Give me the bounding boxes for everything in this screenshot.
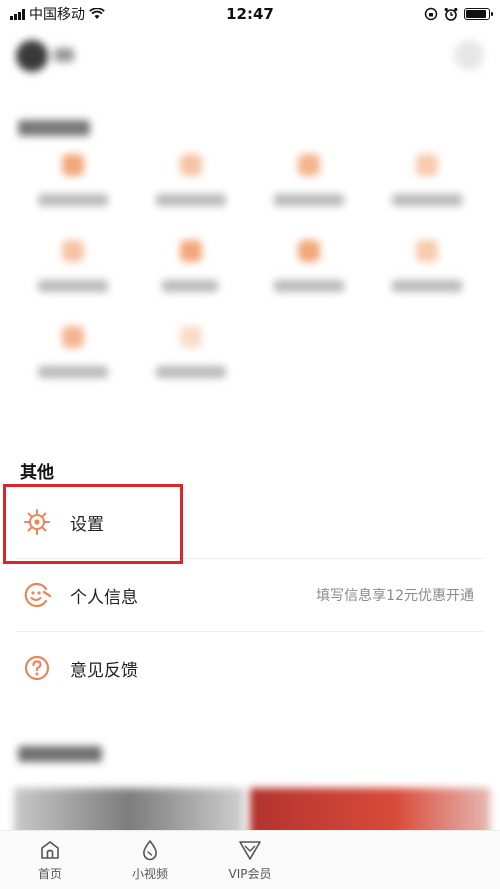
- tab-home[interactable]: 首页: [0, 831, 100, 889]
- status-left: 中国移动: [10, 4, 180, 24]
- service-item[interactable]: [14, 322, 132, 386]
- service-icon: [298, 240, 320, 262]
- profile-header[interactable]: [0, 32, 500, 82]
- services-title-blurred: [18, 120, 90, 136]
- status-bar: 中国移动 12:47: [0, 0, 500, 28]
- tab-short-video[interactable]: 小视频: [100, 831, 200, 889]
- recommend-title-blurred: [18, 746, 102, 762]
- status-time: 12:47: [226, 5, 274, 23]
- wifi-icon: [89, 8, 105, 19]
- service-label-blurred: [38, 194, 108, 206]
- tab-home-label: 首页: [37, 866, 62, 881]
- services-grid: [14, 150, 486, 386]
- service-label-blurred: [162, 280, 218, 292]
- service-icon: [416, 154, 438, 176]
- service-label-blurred: [392, 280, 462, 292]
- service-label-blurred: [156, 366, 226, 378]
- settings-highlight-box: [3, 484, 183, 564]
- service-label-blurred: [38, 366, 108, 378]
- avatar[interactable]: [16, 40, 48, 72]
- service-icon: [62, 240, 84, 262]
- user-name-blurred: [54, 48, 74, 62]
- tab-short-video-label: 小视频: [131, 866, 168, 881]
- tab-bar: 首页 小视频 VIP会员: [0, 830, 500, 889]
- signal-icon: [10, 8, 25, 20]
- service-item[interactable]: [368, 150, 486, 214]
- section-title-others: 其他: [20, 463, 54, 483]
- service-icon: [180, 240, 202, 262]
- carrier-name: 中国移动: [29, 7, 85, 23]
- personal-info-label: 个人信息: [70, 587, 138, 608]
- alarm-icon: [444, 7, 458, 21]
- service-label-blurred: [38, 280, 108, 292]
- service-item[interactable]: [14, 150, 132, 214]
- feedback-row[interactable]: 意见反馈: [0, 632, 500, 704]
- vip-icon: [239, 840, 261, 860]
- services-section: [0, 110, 500, 410]
- drop-icon: [143, 839, 157, 860]
- service-item[interactable]: [132, 322, 250, 386]
- personal-info-row[interactable]: 个人信息 填写信息享12元优惠开通: [0, 559, 500, 631]
- service-item[interactable]: [132, 150, 250, 214]
- rotation-lock-icon: [424, 7, 438, 21]
- status-right: [320, 7, 493, 21]
- smile-wrench-icon: [22, 580, 52, 610]
- battery-icon: [464, 8, 493, 20]
- tab-vip-label: VIP会员: [228, 866, 272, 881]
- recommend-section: [0, 740, 500, 848]
- service-item[interactable]: [132, 236, 250, 300]
- service-label-blurred: [156, 194, 226, 206]
- tab-vip[interactable]: VIP会员: [200, 831, 300, 889]
- service-icon: [62, 326, 84, 348]
- service-item[interactable]: [14, 236, 132, 300]
- service-label-blurred: [274, 194, 344, 206]
- service-icon: [62, 154, 84, 176]
- service-icon: [416, 240, 438, 262]
- feedback-label: 意见反馈: [70, 660, 138, 681]
- service-icon: [298, 154, 320, 176]
- service-label-blurred: [392, 194, 462, 206]
- service-icon: [180, 154, 202, 176]
- home-icon: [41, 840, 59, 859]
- header-action-icon[interactable]: [454, 40, 484, 70]
- service-item[interactable]: [250, 150, 368, 214]
- service-icon: [180, 326, 202, 348]
- service-item[interactable]: [368, 236, 486, 300]
- service-item[interactable]: [250, 236, 368, 300]
- service-label-blurred: [274, 280, 344, 292]
- question-icon: [22, 653, 52, 683]
- personal-info-promo: 填写信息享12元优惠开通: [316, 588, 474, 604]
